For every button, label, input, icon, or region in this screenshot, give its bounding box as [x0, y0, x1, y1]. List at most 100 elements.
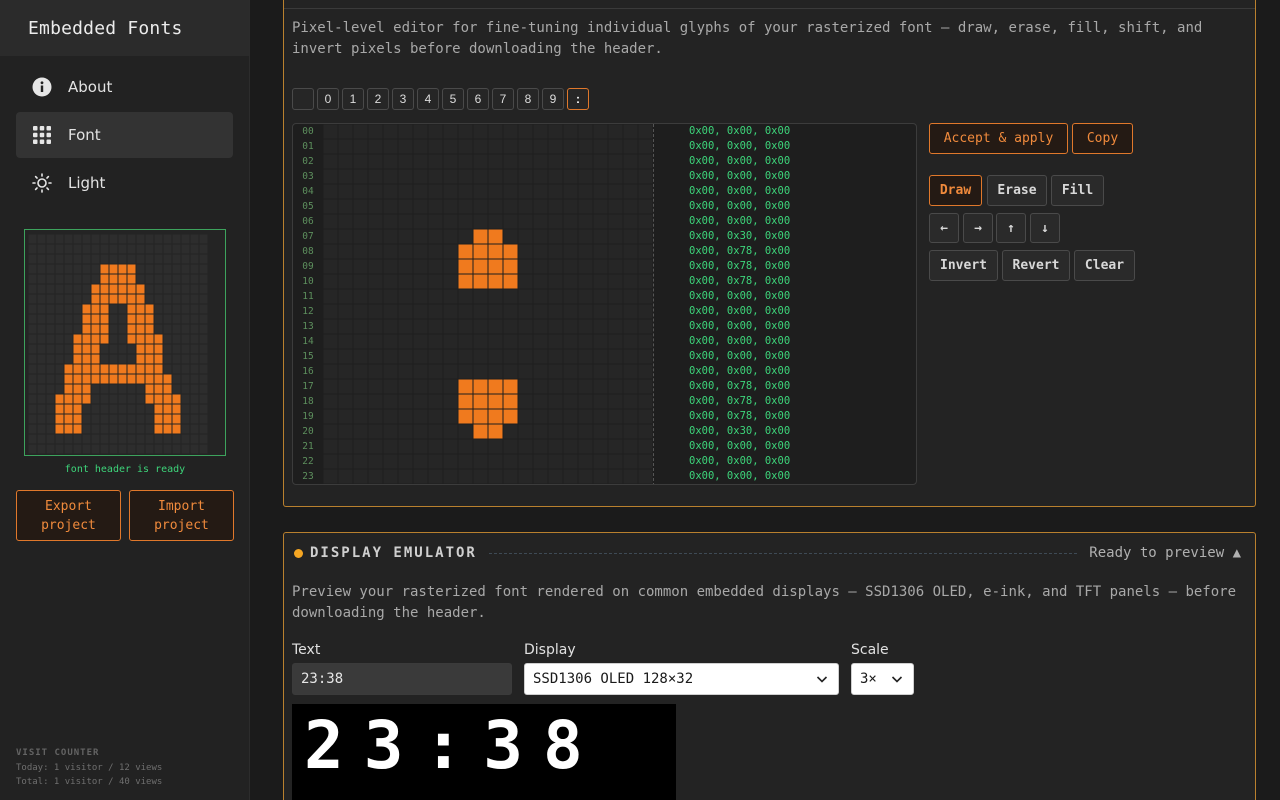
pixel-off[interactable]: [383, 184, 398, 199]
display-select[interactable]: SSD1306 OLED 128×32: [524, 663, 839, 695]
pixel-off[interactable]: [533, 154, 548, 169]
pixel-off[interactable]: [353, 439, 368, 454]
pixel-off[interactable]: [353, 349, 368, 364]
pixel-off[interactable]: [623, 154, 638, 169]
pixel-off[interactable]: [518, 304, 533, 319]
pixel-off[interactable]: [638, 469, 653, 484]
pixel-off[interactable]: [368, 139, 383, 154]
pixel-off[interactable]: [383, 334, 398, 349]
pixel-off[interactable]: [323, 229, 338, 244]
pixel-off[interactable]: [353, 124, 368, 139]
pixel-off[interactable]: [563, 139, 578, 154]
pixel-off[interactable]: [458, 304, 473, 319]
pixel-off[interactable]: [608, 304, 623, 319]
pixel-off[interactable]: [413, 184, 428, 199]
pixel-off[interactable]: [518, 409, 533, 424]
pixel-off[interactable]: [473, 439, 488, 454]
copy-button[interactable]: Copy: [1072, 123, 1133, 154]
pixel-off[interactable]: [338, 394, 353, 409]
pixel-off[interactable]: [398, 424, 413, 439]
pixel-off[interactable]: [533, 319, 548, 334]
pixel-on[interactable]: [473, 424, 488, 439]
pixel-off[interactable]: [428, 259, 443, 274]
pixel-off[interactable]: [608, 289, 623, 304]
pixel-off[interactable]: [368, 169, 383, 184]
pixel-off[interactable]: [338, 334, 353, 349]
pixel-off[interactable]: [473, 304, 488, 319]
pixel-off[interactable]: [338, 424, 353, 439]
pixel-off[interactable]: [623, 424, 638, 439]
pixel-off[interactable]: [563, 454, 578, 469]
pixel-off[interactable]: [413, 169, 428, 184]
pixel-off[interactable]: [368, 424, 383, 439]
pixel-off[interactable]: [458, 139, 473, 154]
pixel-off[interactable]: [383, 439, 398, 454]
sidebar-item-font[interactable]: Font: [16, 112, 233, 158]
pixel-off[interactable]: [503, 424, 518, 439]
pixel-off[interactable]: [428, 319, 443, 334]
pixel-off[interactable]: [443, 244, 458, 259]
glyph-tab[interactable]: 8: [517, 88, 539, 110]
pixel-on[interactable]: [503, 379, 518, 394]
pixel-off[interactable]: [458, 229, 473, 244]
pixel-off[interactable]: [323, 409, 338, 424]
pixel-on[interactable]: [473, 229, 488, 244]
pixel-off[interactable]: [578, 439, 593, 454]
pixel-off[interactable]: [623, 244, 638, 259]
pixel-off[interactable]: [563, 229, 578, 244]
pixel-off[interactable]: [428, 349, 443, 364]
pixel-off[interactable]: [518, 289, 533, 304]
pixel-off[interactable]: [503, 349, 518, 364]
pixel-off[interactable]: [563, 424, 578, 439]
pixel-off[interactable]: [623, 334, 638, 349]
pixel-off[interactable]: [473, 214, 488, 229]
pixel-off[interactable]: [323, 244, 338, 259]
pixel-off[interactable]: [638, 154, 653, 169]
pixel-off[interactable]: [518, 199, 533, 214]
pixel-off[interactable]: [368, 349, 383, 364]
pixel-off[interactable]: [353, 469, 368, 484]
pixel-off[interactable]: [353, 199, 368, 214]
pixel-off[interactable]: [488, 334, 503, 349]
pixel-off[interactable]: [518, 454, 533, 469]
pixel-off[interactable]: [338, 274, 353, 289]
pixel-off[interactable]: [623, 454, 638, 469]
pixel-off[interactable]: [518, 154, 533, 169]
pixel-off[interactable]: [503, 169, 518, 184]
pixel-off[interactable]: [533, 424, 548, 439]
pixel-off[interactable]: [578, 124, 593, 139]
pixel-off[interactable]: [548, 364, 563, 379]
pixel-off[interactable]: [458, 169, 473, 184]
pixel-off[interactable]: [443, 394, 458, 409]
pixel-off[interactable]: [398, 439, 413, 454]
pixel-off[interactable]: [638, 349, 653, 364]
pixel-off[interactable]: [413, 334, 428, 349]
pixel-off[interactable]: [503, 319, 518, 334]
pixel-off[interactable]: [563, 214, 578, 229]
pixel-off[interactable]: [563, 244, 578, 259]
pixel-off[interactable]: [353, 244, 368, 259]
pixel-off[interactable]: [563, 124, 578, 139]
pixel-off[interactable]: [503, 454, 518, 469]
pixel-off[interactable]: [563, 304, 578, 319]
pixel-off[interactable]: [638, 319, 653, 334]
pixel-off[interactable]: [443, 334, 458, 349]
pixel-off[interactable]: [503, 469, 518, 484]
pixel-off[interactable]: [488, 364, 503, 379]
pixel-off[interactable]: [638, 184, 653, 199]
pixel-off[interactable]: [548, 454, 563, 469]
pixel-off[interactable]: [413, 364, 428, 379]
pixel-off[interactable]: [518, 364, 533, 379]
pixel-off[interactable]: [458, 319, 473, 334]
pixel-off[interactable]: [503, 199, 518, 214]
pixel-off[interactable]: [563, 274, 578, 289]
pixel-off[interactable]: [593, 124, 608, 139]
pixel-off[interactable]: [548, 229, 563, 244]
pixel-off[interactable]: [623, 199, 638, 214]
pixel-off[interactable]: [563, 184, 578, 199]
pixel-off[interactable]: [323, 349, 338, 364]
pixel-off[interactable]: [443, 274, 458, 289]
accept-apply-button[interactable]: Accept & apply: [929, 123, 1068, 154]
glyph-tab[interactable]: 1: [342, 88, 364, 110]
pixel-off[interactable]: [368, 319, 383, 334]
